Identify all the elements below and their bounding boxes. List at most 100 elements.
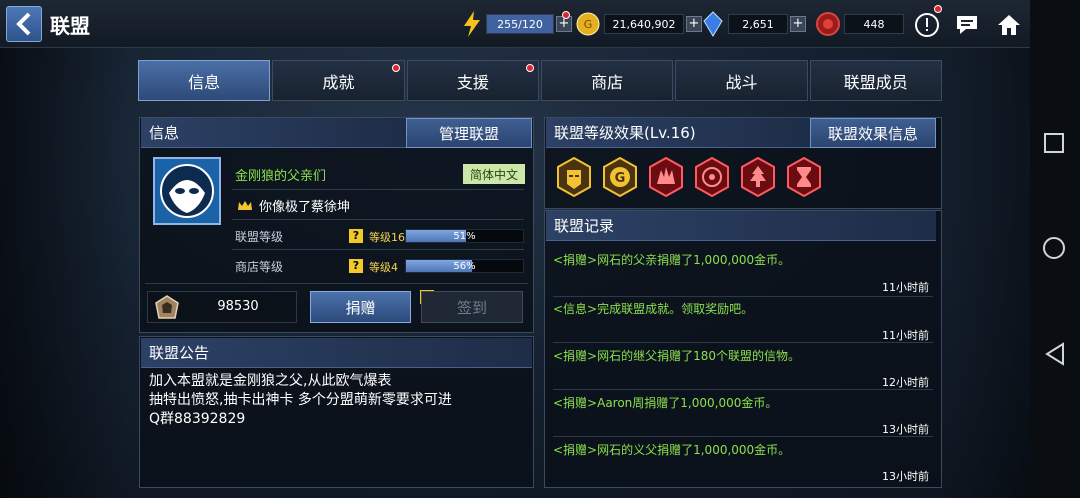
signin-button[interactable]: 签到 (421, 291, 523, 323)
alliance-level-value: 等级16 (369, 231, 405, 244)
alliance-name: 金刚狼的父亲们 (235, 169, 327, 184)
crystal-add-button[interactable]: + (790, 16, 806, 32)
alert-button[interactable] (912, 10, 942, 40)
log-item: <捐赠>网石的继父捐赠了180个联盟的信物。 12小时前 (553, 347, 933, 394)
alliance-avatar (153, 157, 221, 225)
energy-resource: 255/120 + (462, 11, 572, 37)
lightning-icon (464, 11, 480, 37)
log-item: <捐赠>网石的义父捐赠了1,000,000金币。 13小时前 (553, 441, 933, 485)
gold-value: 21,640,902 (604, 14, 684, 34)
alliance-coin-value: 98530 (217, 299, 259, 314)
hourglass-icon[interactable] (786, 157, 822, 197)
log-text: <信息>完成联盟成就。领取奖励吧。 (553, 302, 754, 316)
log-time: 11小时前 (882, 281, 929, 294)
log-text: <捐赠>网石的父亲捐赠了1,000,000金币。 (553, 253, 791, 267)
tab-label: 战斗 (725, 72, 758, 92)
log-time: 13小时前 (882, 423, 929, 436)
log-time: 11小时前 (882, 329, 929, 342)
divider (553, 296, 933, 297)
notice-line: 抽特出愤怒,抽卡出神卡 多个分盟萌新零要求可进 (149, 392, 452, 408)
log-time: 13小时前 (882, 470, 929, 483)
shop-level-label: 商店等级 (235, 260, 284, 274)
tab-label: 商店 (591, 72, 624, 92)
log-text: <捐赠>Aaron周捐赠了1,000,000金币。 (553, 396, 778, 410)
tab-label: 成就 (322, 72, 355, 92)
top-bar: 联盟 255/120 + G 21,640,902 + 2,651 + 448 (0, 0, 1030, 48)
log-text: <捐赠>网石的继父捐赠了180个联盟的信物。 (553, 349, 801, 363)
effects-info-button[interactable]: 联盟效果信息 (810, 118, 936, 148)
log-item: <信息>完成联盟成就。领取奖励吧。 11小时前 (553, 300, 933, 347)
back-button[interactable] (6, 6, 42, 42)
gem-resource: 448 (816, 12, 904, 36)
notice-line: Q群88392829 (149, 411, 246, 427)
divider (553, 389, 933, 390)
gold-resource: G 21,640,902 + (576, 12, 702, 36)
log-time: 12小时前 (882, 376, 929, 389)
iron-man-helmet-icon[interactable] (556, 157, 592, 197)
language-badge: 简体中文 (463, 164, 525, 184)
tab-bar: 信息 成就 支援 商店 战斗 联盟成员 (138, 60, 942, 101)
tab-battle[interactable]: 战斗 (675, 60, 808, 101)
leader-row: 你像极了蔡徐坤 (237, 196, 350, 215)
log-text: <捐赠>网石的义父捐赠了1,000,000金币。 (553, 443, 791, 457)
chat-icon (957, 16, 977, 34)
notice-header: 联盟公告 (141, 338, 532, 368)
help-icon[interactable]: ? (349, 229, 363, 243)
notification-dot (525, 64, 534, 72)
manage-alliance-button[interactable]: 管理联盟 (406, 118, 532, 148)
tab-achievements[interactable]: 成就 (272, 60, 405, 101)
crystal-icon (703, 11, 723, 37)
notification-dot (562, 11, 570, 19)
notification-dot (934, 5, 942, 13)
tab-info[interactable]: 信息 (138, 60, 271, 101)
gold-g-icon[interactable]: G (602, 157, 638, 197)
alliance-level-percent: 51% (453, 230, 476, 242)
tab-label: 信息 (188, 72, 221, 92)
effects-header: 联盟等级效果(Lv.16) (546, 118, 810, 148)
alliance-level-bar: 51% (405, 229, 524, 243)
gem-value: 448 (844, 14, 904, 34)
shop-level-percent: 56% (453, 260, 476, 272)
tab-support[interactable]: 支援 (406, 60, 539, 101)
divider (232, 219, 524, 220)
tab-shop[interactable]: 商店 (540, 60, 674, 101)
svg-text:G: G (615, 171, 626, 186)
target-icon[interactable] (694, 157, 730, 197)
gold-add-button[interactable]: + (686, 16, 702, 32)
donate-button[interactable]: 捐赠 (310, 291, 411, 323)
log-item: <捐赠>Aaron周捐赠了1,000,000金币。 13小时前 (553, 394, 933, 441)
chat-button[interactable] (952, 10, 982, 40)
tab-members[interactable]: 联盟成员 (809, 60, 942, 101)
divider (553, 436, 933, 437)
system-nav (1030, 0, 1080, 498)
help-icon[interactable]: ? (349, 259, 363, 273)
tree-icon[interactable] (740, 157, 776, 197)
tab-label: 支援 (456, 72, 489, 92)
crown-icon (238, 200, 252, 210)
energy-value: 255/120 (486, 14, 554, 34)
divider (553, 342, 933, 343)
back-triangle-icon[interactable] (1044, 342, 1066, 366)
crystal-resource: 2,651 + (702, 11, 806, 37)
gold-coin-icon: G (576, 12, 600, 36)
notice-text: 加入本盟就是金刚狼之父,从此欧气爆表 抽特出愤怒,抽卡出神卡 多个分盟萌新零要求… (149, 372, 452, 429)
recent-apps-icon[interactable] (1044, 133, 1064, 153)
log-header: 联盟记录 (546, 211, 936, 241)
shop-level-bar: 56% (405, 259, 524, 273)
log-item: <捐赠>网石的父亲捐赠了1,000,000金币。 11小时前 (553, 251, 933, 298)
notice-line: 加入本盟就是金刚狼之父,从此欧气爆表 (149, 373, 392, 389)
divider (145, 283, 528, 284)
divider (232, 189, 524, 190)
tab-label: 联盟成员 (843, 72, 908, 92)
svg-text:G: G (584, 18, 593, 31)
effects-row: G (556, 157, 822, 197)
home-circle-icon[interactable] (1043, 237, 1065, 259)
home-button[interactable] (994, 10, 1024, 40)
crystal-value: 2,651 (728, 14, 788, 34)
rage-burst-icon[interactable] (648, 157, 684, 197)
page-title: 联盟 (50, 14, 90, 38)
divider (232, 249, 524, 250)
alliance-emblem-icon (160, 164, 214, 218)
alliance-coin-box: 98530 (147, 291, 297, 323)
alliance-level-label: 联盟等级 (235, 230, 284, 244)
